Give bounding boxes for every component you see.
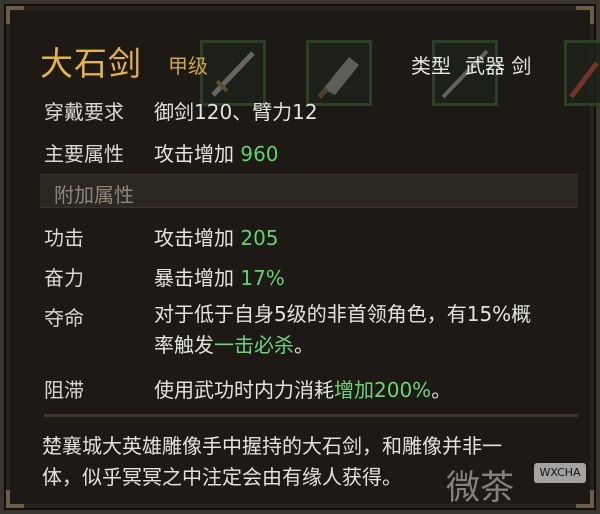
type-value: 武器 剑 bbox=[465, 54, 532, 78]
main-attr-value: 攻击增加 960 bbox=[154, 138, 279, 167]
type-label: 类型 bbox=[411, 54, 451, 78]
inventory-slot-edge[interactable] bbox=[564, 40, 600, 106]
cleaver-icon bbox=[317, 57, 359, 99]
effect-text: 率触发 bbox=[154, 333, 214, 357]
effect-highlight: 增加200% bbox=[334, 378, 432, 402]
main-attr-label: 主要属性 bbox=[44, 142, 124, 166]
effect-line: 对于低于自身5级的非首领角色，有15%概 bbox=[154, 302, 532, 326]
effect-text: 使用武功时内力消耗 bbox=[154, 378, 334, 402]
extra-attr-label: 夺命 bbox=[44, 306, 84, 330]
item-grade: 甲级 bbox=[168, 54, 208, 78]
extra-attr-value: 攻击增加 205 bbox=[154, 222, 279, 251]
extra-attr-label: 功击 bbox=[44, 226, 84, 250]
effect-text: 。 bbox=[431, 378, 452, 402]
sword-icon bbox=[211, 51, 255, 97]
frame-corner bbox=[6, 6, 24, 24]
main-attr-text: 攻击增加 bbox=[154, 142, 234, 166]
extra-attr-effect: 对于低于自身5级的非首领角色，有15%概 率触发一击必杀。 bbox=[154, 299, 574, 361]
extra-attr-value: 暴击增加 17% bbox=[154, 262, 285, 291]
staff-icon bbox=[569, 61, 599, 99]
item-name: 大石剑 bbox=[40, 44, 142, 83]
extra-attr-label: 阻滞 bbox=[44, 378, 84, 402]
effect-text: 。 bbox=[294, 333, 314, 357]
extra-attr-effect: 使用武功时内力消耗增加200%。 bbox=[154, 374, 451, 403]
extra-attr-number: 17% bbox=[240, 266, 285, 290]
watermark-text: 微茶 bbox=[446, 468, 514, 508]
extra-attr-text: 暴击增加 bbox=[154, 266, 234, 290]
effect-highlight: 一击必杀 bbox=[214, 333, 294, 357]
effect-line: 率触发一击必杀。 bbox=[154, 330, 574, 361]
extra-attr-text: 攻击增加 bbox=[154, 226, 234, 250]
extra-attr-label: 奋力 bbox=[44, 266, 84, 290]
requirements-label: 穿戴要求 bbox=[44, 100, 124, 124]
divider bbox=[44, 414, 578, 417]
extra-attrs-header: 附加属性 bbox=[40, 174, 578, 208]
frame-corner bbox=[576, 6, 594, 24]
watermark-badge: WXCHA bbox=[534, 463, 586, 483]
frame-corner bbox=[6, 490, 24, 508]
requirements-value: 御剑120、臂力12 bbox=[154, 100, 318, 124]
main-attr-number: 960 bbox=[240, 142, 279, 166]
section-title: 附加属性 bbox=[54, 183, 134, 207]
item-tooltip: 大石剑 甲级 类型 武器 剑 穿戴要求 御剑120、臂力12 主要属性 攻击增加 … bbox=[0, 0, 600, 514]
description-line: 楚襄城大英雄雕像手中握持的大石剑，和雕像并非一 bbox=[42, 434, 502, 458]
item-type: 类型 武器 剑 bbox=[411, 50, 531, 79]
extra-attr-number: 205 bbox=[240, 226, 279, 250]
